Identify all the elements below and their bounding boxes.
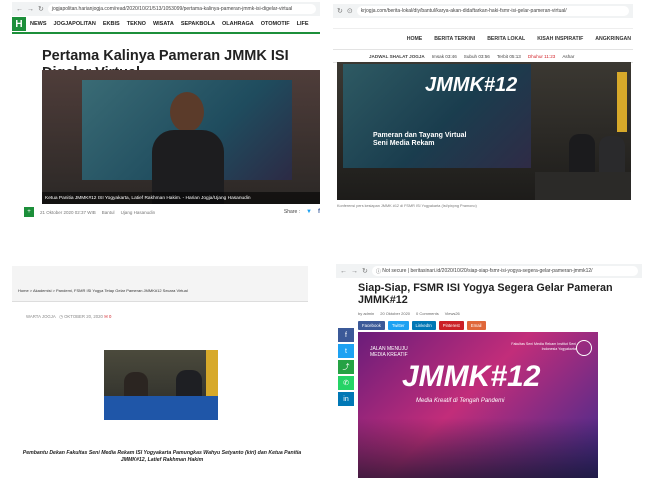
comment-icon[interactable]: ✉ — [104, 314, 108, 319]
share-linkedin-button[interactable]: LinkedIn — [411, 321, 436, 330]
facebook-icon[interactable]: f — [338, 328, 354, 342]
share-email-button[interactable]: Email — [466, 321, 486, 330]
speaker-figure — [599, 136, 625, 174]
speaker-figure — [152, 92, 224, 204]
prayer-time: Ashar — [562, 53, 575, 59]
forward-icon[interactable]: → — [351, 268, 358, 275]
nav-home[interactable]: HOME — [407, 36, 423, 42]
site-nav: H NEWS JOGJAPOLITAN EKBIS TEKNO WISATA S… — [12, 16, 320, 34]
back-icon[interactable]: ← — [340, 268, 347, 275]
photo-caption: Ketua Panitia JMMK#12 ISI Yogyakarta, La… — [42, 192, 320, 204]
reload-icon[interactable]: ↻ — [362, 267, 368, 275]
reload-icon[interactable]: ↻ — [38, 5, 44, 13]
share-twitter-button[interactable]: Twitter — [387, 321, 409, 330]
photo-caption: Konferensi pers kesiapan JMMK #12 di FSM… — [337, 204, 477, 208]
article-title: Siap-Siap, FSMR ISI Yogya Segera Gelar P… — [358, 282, 613, 306]
poster-subtitle: Media Kreatif di Tengah Pandemi — [416, 398, 505, 404]
view-count: Views26 — [444, 311, 460, 316]
facebook-icon[interactable]: f — [318, 209, 320, 215]
speaker-figure — [569, 134, 595, 174]
forward-icon[interactable]: → — [27, 6, 34, 13]
whatsapp-icon[interactable]: ✆ — [338, 376, 354, 390]
browser-address-bar: ← → ↻ jogjapolitan.harianjogja.com/read/… — [12, 2, 320, 16]
prayer-schedule-label: JADWAL SHALAT JOGJA — [369, 53, 425, 59]
article-author[interactable]: by admin — [358, 311, 374, 316]
url-field[interactable]: jogjapolitan.harianjogja.com/read/2020/1… — [47, 4, 316, 14]
poster-faculty: Fakultas Seni Media Rekam Institut Seni … — [511, 342, 576, 351]
nav-tekno[interactable]: TEKNO — [127, 21, 146, 27]
not-secure-label: Not secure — [382, 268, 407, 274]
share-side-button[interactable]: + — [24, 207, 34, 217]
nav-kisah-inspiratif[interactable]: KISAH INSPIRATIF — [537, 36, 583, 42]
photo-caption: Pembantu Dekan Fakultas Seni Media Rekam… — [22, 450, 302, 463]
breadcrumb: Home > Akademisi > Pandemi, FSMR ISI Yog… — [12, 266, 308, 302]
article-date: 21 Oktober 2020 02:37 WIB — [40, 209, 96, 215]
article-photo: JMMK#12 Pameran dan Tayang Virtual Seni … — [337, 62, 631, 200]
poster-title: JMMK#12 — [402, 360, 541, 393]
browser-address-bar: ← → ↻ ⓘ Not secure | beritasinari.id/202… — [336, 264, 642, 278]
article-photo: Ketua Panitia JMMK#12 ISI Yogyakarta, La… — [42, 70, 320, 204]
url-text: beritasinari.id/2020/10/20/siap-siap-fsm… — [410, 268, 593, 274]
clock-icon: ◷ — [59, 314, 63, 319]
share-facebook-button[interactable]: Facebook — [358, 321, 385, 330]
reload-icon[interactable]: ↻ — [337, 7, 343, 15]
article-meta: WARTA JOGJA ◷ OKTOBER 20, 2020 ✉ 0 — [26, 314, 308, 320]
floating-share-bar: f t ⤴ ✆ in — [338, 328, 354, 406]
article-author[interactable]: Ujang Hasanudin — [121, 210, 156, 215]
back-icon[interactable]: ← — [16, 6, 23, 13]
nav-berita-terkini[interactable]: BERITA TERKINI — [434, 36, 475, 42]
nav-otomotif[interactable]: OTOMOTIF — [261, 21, 290, 27]
article-poster: JALAN MENUJU MEDIA KREATIF JMMK#12 Media… — [358, 332, 598, 478]
prayer-time: Imsak 03:46 — [431, 53, 457, 59]
share-buttons: Facebook Twitter LinkedIn Pinterest Emai… — [358, 321, 642, 330]
screen-title: JMMK#12 — [425, 74, 518, 96]
nav-angkringan[interactable]: ANGKRINGAN — [595, 36, 631, 42]
nav-berita-lokal[interactable]: BERITA LOKAL — [487, 36, 525, 42]
isi-seal-icon — [576, 340, 592, 356]
site-nav: HOME BERITA TERKINI BERITA LOKAL KISAH I… — [333, 28, 633, 49]
share-pinterest-button[interactable]: Pinterest — [438, 321, 464, 330]
poster-tagline: JALAN MENUJU MEDIA KREATIF — [370, 346, 408, 358]
harianjogja-article: ← → ↻ jogjapolitan.harianjogja.com/read/… — [12, 2, 320, 220]
nav-life[interactable]: LIFE — [297, 21, 309, 27]
share-icon[interactable]: ⤴ — [338, 360, 354, 374]
comment-count[interactable]: 0 — [109, 314, 111, 319]
article-meta: by admin 20 Oktober 2020 0 Comments View… — [358, 311, 642, 316]
screen-subtitle: Pameran dan Tayang Virtual Seni Media Re… — [373, 132, 467, 147]
article-date: 20 Oktober 2020 — [380, 311, 411, 316]
site-logo[interactable]: H — [12, 17, 26, 31]
comment-count[interactable]: 0 Comments — [416, 311, 439, 316]
prayer-schedule-bar: JADWAL SHALAT JOGJA Imsak 03:46 Subuh 03… — [333, 49, 633, 63]
url-field[interactable]: krjogja.com/berita-lokal/diy/bantul/kary… — [356, 6, 629, 16]
article-photo — [104, 350, 218, 420]
article-author[interactable]: WARTA JOGJA — [26, 314, 56, 319]
prayer-time: Terbit 05:13 — [496, 53, 521, 59]
share-label: Share : — [283, 209, 301, 215]
twitter-icon[interactable]: ▼ — [306, 209, 312, 215]
url-field[interactable]: ⓘ Not secure | beritasinari.id/2020/10/2… — [371, 266, 638, 276]
nav-news[interactable]: NEWS — [30, 21, 47, 27]
krjogja-article: ↻ ⊙ krjogja.com/berita-lokal/diy/bantul/… — [333, 4, 633, 212]
lock-icon: ⊙ — [346, 8, 353, 15]
linkedin-icon[interactable]: in — [338, 392, 354, 406]
wartajogja-article: Home > Akademisi > Pandemi, FSMR ISI Yog… — [12, 266, 308, 476]
prayer-time-current: Dhuhur 11:23 — [527, 53, 556, 59]
nav-jogjapolitan[interactable]: JOGJAPOLITAN — [54, 21, 96, 27]
nav-ekbis[interactable]: EKBIS — [103, 21, 120, 27]
article-date: OKTOBER 20, 2020 — [64, 314, 103, 319]
flag — [617, 72, 627, 132]
nav-olahraga[interactable]: OLAHRAGA — [222, 21, 254, 27]
twitter-icon[interactable]: t — [338, 344, 354, 358]
beritasinari-article: ← → ↻ ⓘ Not secure | beritasinari.id/202… — [336, 264, 642, 478]
table — [535, 172, 631, 200]
article-meta: + 21 Oktober 2020 02:37 WIB Bantul Ujang… — [24, 206, 320, 218]
prayer-time: Subuh 03:56 — [463, 53, 490, 59]
nav-wisata[interactable]: WISATA — [153, 21, 174, 27]
article-category[interactable]: Bantul — [102, 210, 115, 215]
browser-address-bar: ↻ ⊙ krjogja.com/berita-lokal/diy/bantul/… — [333, 4, 633, 18]
nav-sepakbola[interactable]: SEPAKBOLA — [181, 21, 215, 27]
